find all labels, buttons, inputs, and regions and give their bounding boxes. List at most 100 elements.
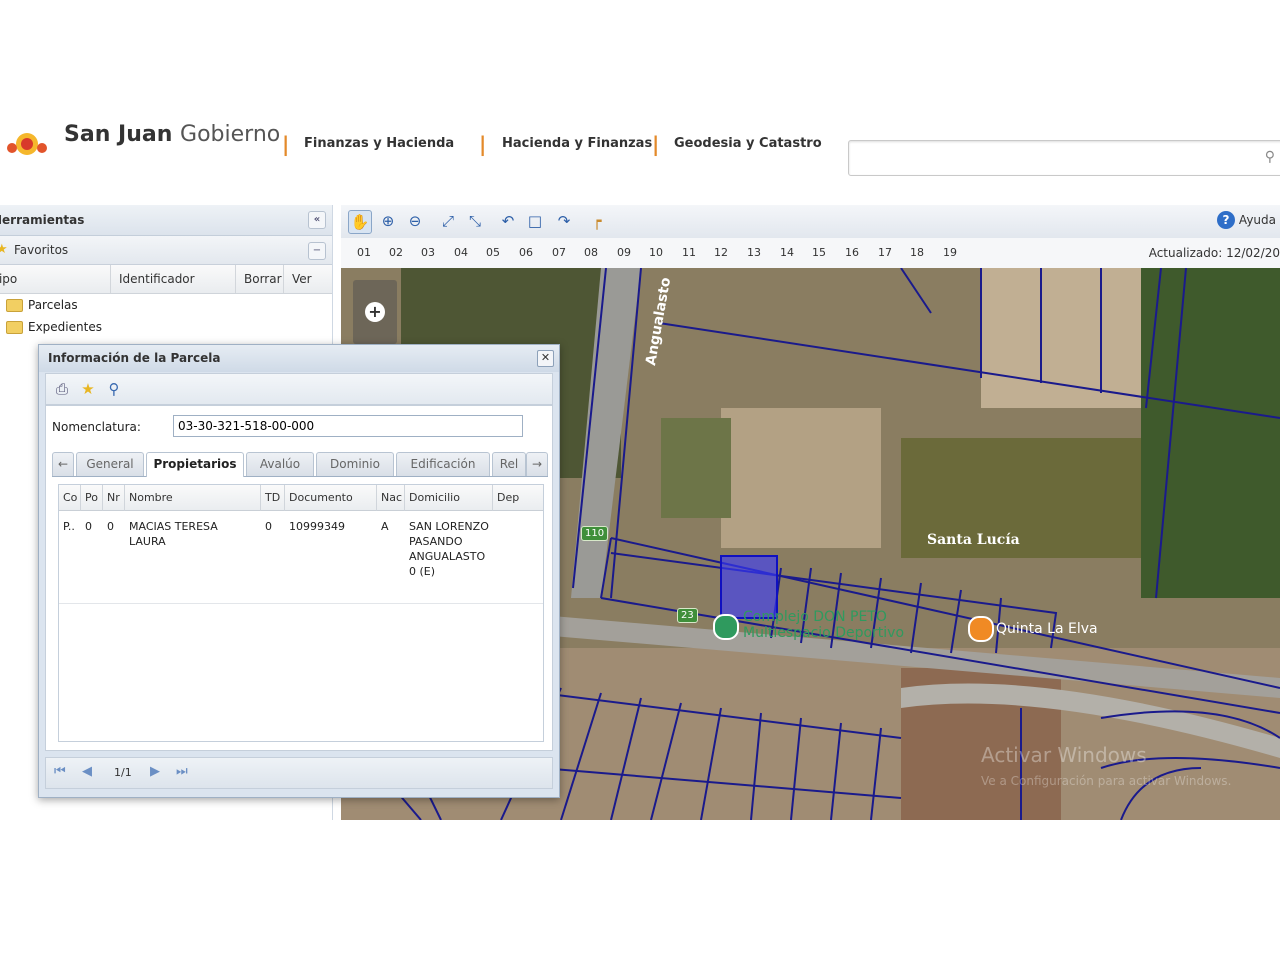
zoom-level-14[interactable]: 14 — [780, 238, 794, 268]
tools-panel-title: Herramientas — [0, 213, 85, 227]
owners-col-nac[interactable]: Nac — [377, 485, 405, 511]
next-page-icon[interactable]: ▶ — [150, 764, 160, 779]
dialog-titlebar[interactable]: Información de la Parcela ✕ — [39, 345, 559, 372]
tab-edificacion[interactable]: Edificación — [396, 452, 490, 476]
column-ver[interactable]: Ver — [284, 265, 332, 293]
tab-dominio[interactable]: Dominio — [316, 452, 394, 476]
owners-col-dep[interactable]: Dep — [493, 485, 543, 511]
tree-item-expedientes[interactable]: Expedientes — [0, 316, 332, 338]
column-borrar[interactable]: Borrar — [236, 265, 284, 293]
owners-col-documento[interactable]: Documento — [285, 485, 377, 511]
tab-scroll-left[interactable]: ← — [52, 452, 74, 476]
zoom-level-06[interactable]: 06 — [519, 238, 533, 268]
zoom-level-03[interactable]: 03 — [421, 238, 435, 268]
zoom-level-13[interactable]: 13 — [747, 238, 761, 268]
map-zoom-in-button[interactable]: + — [365, 302, 385, 322]
tab-general[interactable]: General — [76, 452, 144, 476]
previous-page-icon[interactable]: ◀ — [82, 764, 92, 779]
star-icon: ★ — [0, 242, 8, 257]
tab-rel[interactable]: Rel — [492, 452, 526, 476]
zoom-level-11[interactable]: 11 — [682, 238, 696, 268]
nav-link-hacienda[interactable]: Hacienda y Finanzas — [502, 136, 652, 151]
owner-cell-po: 0 — [85, 520, 92, 533]
owners-grid: Co Po Nr Nombre TD Documento Nac Domicil… — [58, 484, 544, 742]
owners-col-domicilio[interactable]: Domicilio — [405, 485, 493, 511]
owner-cell-co: P.. — [63, 520, 75, 533]
close-icon[interactable]: ✕ — [537, 350, 554, 367]
nav-link-finanzas[interactable]: Finanzas y Hacienda — [304, 136, 454, 151]
zoom-level-16[interactable]: 16 — [845, 238, 859, 268]
zoom-level-15[interactable]: 15 — [812, 238, 826, 268]
header-separator: | — [479, 132, 487, 156]
zoom-level-17[interactable]: 17 — [878, 238, 892, 268]
owners-col-co[interactable]: Co — [59, 485, 81, 511]
column-tipo[interactable]: Tipo — [0, 265, 111, 293]
tree-item-parcelas[interactable]: Parcelas — [0, 294, 332, 316]
owners-col-nr[interactable]: Nr — [103, 485, 125, 511]
measure-button[interactable]: ┍ — [586, 210, 608, 232]
zoom-level-12[interactable]: 12 — [714, 238, 728, 268]
poi-sports-label[interactable]: Complejo DON PETO Multiespacio Deportivo — [743, 609, 904, 641]
tree-item-label: Parcelas — [28, 298, 78, 312]
search-icon[interactable]: ⚲ — [1265, 149, 1275, 165]
favorite-star-icon[interactable]: ★ — [78, 379, 98, 399]
select-box-button[interactable]: □ — [524, 210, 546, 232]
favorites-header[interactable]: ★ Favoritos − — [0, 236, 332, 265]
favorites-grid-header: Tipo Identificador Borrar Ver — [0, 265, 332, 294]
pan-hand-button[interactable]: ✋ — [348, 210, 372, 234]
dialog-toolbar: ⎙ ★ ⚲ — [45, 373, 553, 405]
dialog-pager: ⏮ ◀ 1/1 ▶ ⏭ — [45, 757, 553, 789]
owners-col-td[interactable]: TD — [261, 485, 285, 511]
first-page-icon[interactable]: ⏮ — [54, 764, 66, 779]
zoom-level-07[interactable]: 07 — [552, 238, 566, 268]
collapse-panel-button[interactable]: « — [308, 211, 326, 229]
redo-button[interactable]: ↷ — [553, 210, 575, 232]
page-info: 1/1 — [114, 766, 132, 779]
search-box: ⚲ — [848, 140, 1280, 176]
zoom-out-button[interactable]: ⊖ — [404, 210, 426, 232]
sports-location-pin-icon[interactable] — [713, 614, 739, 640]
place-label-santa-lucia: Santa Lucía — [927, 532, 1020, 548]
owner-cell-documento: 10999349 — [289, 520, 345, 533]
poi-sports-subtitle: Multiespacio Deportivo — [743, 625, 905, 641]
nomenclatura-field[interactable] — [173, 415, 523, 437]
collapse-favorites-button[interactable]: − — [308, 242, 326, 260]
zoom-level-01[interactable]: 01 — [357, 238, 371, 268]
poi-sports-name: Complejo DON PETO — [743, 609, 887, 625]
owners-col-nombre[interactable]: Nombre — [125, 485, 261, 511]
row-divider — [59, 603, 543, 604]
last-page-icon[interactable]: ⏭ — [176, 764, 188, 779]
farm-location-pin-icon[interactable] — [968, 616, 994, 642]
zoom-level-10[interactable]: 10 — [649, 238, 663, 268]
windows-watermark-subtitle: Ve a Configuración para activar Windows. — [981, 774, 1232, 788]
zoom-level-02[interactable]: 02 — [389, 238, 403, 268]
search-magnifier-icon[interactable]: ⚲ — [104, 379, 124, 399]
zoom-level-19[interactable]: 19 — [943, 238, 957, 268]
map-zoom-control: + — [353, 280, 397, 344]
owners-col-po[interactable]: Po — [81, 485, 103, 511]
measure-icon: ┍ — [592, 212, 602, 230]
nav-link-geodesia[interactable]: Geodesia y Catastro — [674, 136, 822, 151]
full-extent-button[interactable]: ⤢ — [437, 210, 459, 232]
help-label: Ayuda — [1238, 213, 1276, 227]
zoom-level-08[interactable]: 08 — [584, 238, 598, 268]
favorites-title: Favoritos — [14, 243, 69, 257]
tab-scroll-right[interactable]: → — [526, 452, 548, 476]
zoom-level-04[interactable]: 04 — [454, 238, 468, 268]
brand-name[interactable]: San Juan Gobierno — [64, 122, 280, 147]
search-input[interactable] — [855, 143, 1269, 175]
zoom-level-05[interactable]: 05 — [486, 238, 500, 268]
zoom-level-18[interactable]: 18 — [910, 238, 924, 268]
help-button[interactable]: ? Ayuda — [1216, 211, 1276, 229]
zoom-in-button[interactable]: ⊕ — [377, 210, 399, 232]
header-separator: | — [652, 132, 660, 156]
column-identificador[interactable]: Identificador — [110, 265, 236, 293]
zoom-level-09[interactable]: 09 — [617, 238, 631, 268]
print-icon[interactable]: ⎙ — [52, 379, 72, 399]
fit-extent-button[interactable]: ⤡ — [464, 210, 486, 232]
poi-farm-label[interactable]: Quinta La Elva — [996, 621, 1098, 637]
windows-watermark-title: Activar Windows — [981, 743, 1147, 767]
tab-propietarios[interactable]: Propietarios — [146, 452, 244, 477]
tab-avaluo[interactable]: Avalúo — [246, 452, 314, 476]
undo-button[interactable]: ↶ — [497, 210, 519, 232]
